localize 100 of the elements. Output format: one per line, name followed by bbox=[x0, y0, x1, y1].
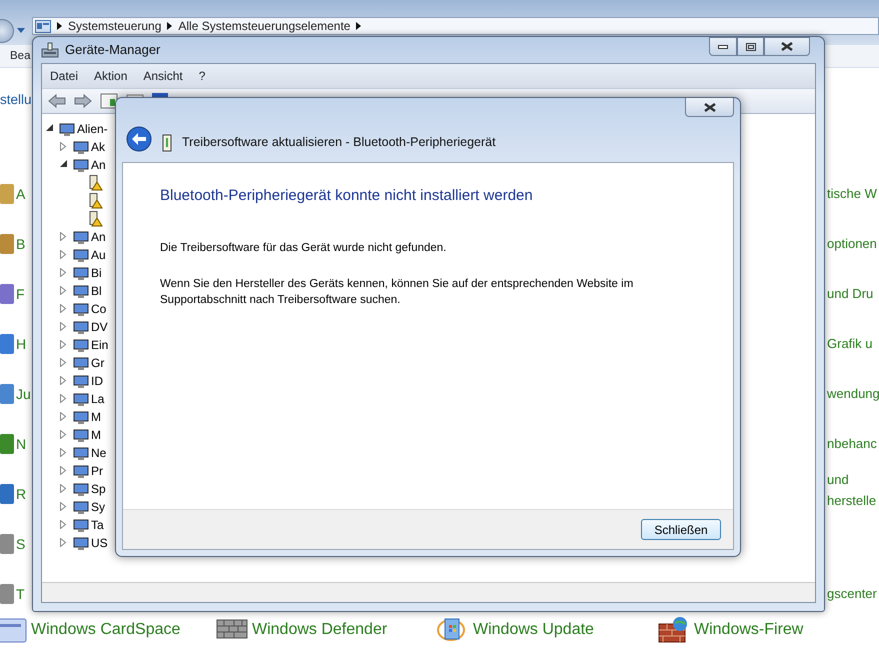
item-link[interactable]: R bbox=[16, 484, 26, 504]
collapsed-arrow-icon[interactable] bbox=[60, 502, 66, 511]
breadcrumb-link[interactable]: Alle Systemsteuerungselemente bbox=[178, 17, 350, 35]
item-link[interactable]: und bbox=[827, 469, 879, 490]
tree-item[interactable]: Bi bbox=[91, 264, 102, 282]
device-manager-icon bbox=[41, 42, 59, 58]
minimize-button[interactable] bbox=[709, 37, 737, 56]
item-link[interactable]: F bbox=[16, 284, 25, 304]
tree-item[interactable]: Ne bbox=[91, 444, 106, 462]
tree-item[interactable]: Au bbox=[91, 246, 106, 264]
item-link[interactable]: Ju bbox=[16, 384, 31, 404]
tree-item[interactable]: Co bbox=[91, 300, 106, 318]
tree-item[interactable]: An bbox=[91, 228, 106, 246]
item-link[interactable]: B bbox=[16, 234, 26, 254]
close-button[interactable]: Schließen bbox=[641, 519, 721, 540]
back-arrow-icon[interactable] bbox=[48, 94, 66, 108]
tile-icon bbox=[0, 532, 14, 556]
collapsed-arrow-icon[interactable] bbox=[60, 538, 66, 547]
tree-item[interactable]: An bbox=[91, 156, 106, 174]
collapsed-arrow-icon[interactable] bbox=[60, 358, 66, 367]
close-icon bbox=[781, 42, 793, 51]
collapsed-arrow-icon[interactable] bbox=[60, 268, 66, 277]
collapsed-arrow-icon[interactable] bbox=[60, 412, 66, 421]
item-link[interactable]: nbehanc bbox=[827, 433, 879, 454]
tree-item[interactable]: Sp bbox=[91, 480, 106, 498]
collapsed-arrow-icon[interactable] bbox=[60, 250, 66, 259]
chevron-icon bbox=[167, 22, 172, 30]
item-link[interactable]: T bbox=[16, 584, 25, 604]
collapsed-arrow-icon[interactable] bbox=[60, 448, 66, 457]
tile-icon bbox=[0, 432, 14, 456]
collapsed-arrow-icon[interactable] bbox=[60, 340, 66, 349]
device-icon bbox=[73, 157, 89, 173]
forward-arrow-icon[interactable] bbox=[74, 94, 92, 108]
item-link[interactable]: H bbox=[16, 334, 26, 354]
tree-item[interactable]: Bl bbox=[91, 282, 102, 300]
device-icon bbox=[73, 283, 89, 299]
panel-icon[interactable] bbox=[100, 93, 118, 109]
collapsed-arrow-icon[interactable] bbox=[60, 520, 66, 529]
item-link[interactable]: Grafik u bbox=[827, 333, 879, 354]
collapsed-arrow-icon[interactable] bbox=[60, 142, 66, 151]
tree-item[interactable]: ID bbox=[91, 372, 103, 390]
menu-item[interactable]: Ansicht bbox=[135, 67, 191, 85]
tree-item[interactable]: DV bbox=[91, 318, 108, 336]
tree-item[interactable]: Pr bbox=[91, 462, 103, 480]
expanded-arrow-icon[interactable] bbox=[46, 124, 53, 131]
menu-item[interactable]: Datei bbox=[42, 67, 86, 85]
item-link[interactable]: und Dru bbox=[827, 283, 879, 304]
device-icon bbox=[73, 535, 89, 551]
maximize-icon bbox=[746, 42, 756, 50]
tree-item[interactable]: Ein bbox=[91, 336, 108, 354]
tile-icon bbox=[0, 282, 14, 306]
item-link[interactable]: Windows Defender bbox=[252, 618, 388, 642]
menu-item[interactable]: Aktion bbox=[86, 67, 136, 85]
collapsed-arrow-icon[interactable] bbox=[60, 286, 66, 295]
tree-item[interactable]: Alien- bbox=[77, 120, 108, 138]
tile-icon bbox=[0, 332, 14, 356]
tree-item[interactable]: US bbox=[91, 534, 108, 552]
collapsed-arrow-icon[interactable] bbox=[60, 394, 66, 403]
menu-item[interactable]: Bea bbox=[10, 50, 30, 62]
item-link[interactable]: tische W bbox=[827, 183, 879, 204]
breadcrumb-link[interactable]: Systemsteuerung bbox=[68, 17, 162, 35]
close-button[interactable] bbox=[764, 37, 810, 56]
window-title: Geräte-Manager bbox=[65, 41, 160, 60]
item-link[interactable]: Windows CardSpace bbox=[31, 618, 180, 642]
tree-item[interactable]: Gr bbox=[91, 354, 104, 372]
item-link[interactable]: S bbox=[16, 534, 26, 554]
item-link[interactable]: N bbox=[16, 434, 26, 454]
collapsed-arrow-icon[interactable] bbox=[60, 466, 66, 475]
collapsed-arrow-icon[interactable] bbox=[60, 322, 66, 331]
close-button[interactable] bbox=[685, 98, 734, 117]
item-link[interactable]: herstelle bbox=[827, 490, 879, 511]
item-link[interactable]: wendung bbox=[827, 383, 879, 404]
collapsed-arrow-icon[interactable] bbox=[60, 304, 66, 313]
item-link[interactable]: Windows-Firew bbox=[694, 618, 804, 642]
device-icon bbox=[73, 247, 89, 263]
item-link[interactable]: Windows Update bbox=[473, 618, 594, 642]
back-button-icon[interactable] bbox=[126, 126, 152, 152]
maximize-button[interactable] bbox=[737, 37, 764, 56]
collapsed-arrow-icon[interactable] bbox=[60, 376, 66, 385]
tree-item[interactable]: Ak bbox=[91, 138, 106, 156]
item-link[interactable]: optionen bbox=[827, 233, 879, 254]
collapsed-arrow-icon[interactable] bbox=[60, 484, 66, 493]
dropdown-icon[interactable] bbox=[17, 28, 25, 33]
item-link[interactable]: A bbox=[16, 184, 26, 204]
address-bar[interactable]: Systemsteuerung Alle Systemsteuerungselemente bbox=[32, 17, 879, 35]
tree-item[interactable]: Ta bbox=[91, 516, 104, 534]
menu-item[interactable]: ? bbox=[190, 67, 214, 85]
device-icon bbox=[73, 139, 89, 155]
expanded-arrow-icon[interactable] bbox=[60, 160, 67, 167]
tree-item[interactable]: M bbox=[91, 426, 101, 444]
device-icon bbox=[73, 427, 89, 443]
device-icon bbox=[162, 134, 172, 152]
device-icon bbox=[73, 355, 89, 371]
tree-item[interactable]: Sy bbox=[91, 498, 106, 516]
tree-item[interactable]: La bbox=[91, 390, 104, 408]
collapsed-arrow-icon[interactable] bbox=[60, 430, 66, 439]
collapsed-arrow-icon[interactable] bbox=[60, 232, 66, 241]
close-icon bbox=[704, 102, 716, 112]
item-link[interactable]: gscenter bbox=[827, 583, 879, 604]
tree-item[interactable]: M bbox=[91, 408, 101, 426]
